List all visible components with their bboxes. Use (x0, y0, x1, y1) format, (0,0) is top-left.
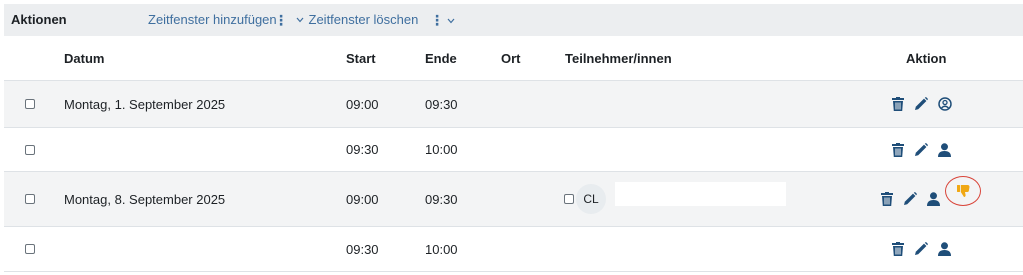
user-icon[interactable] (927, 192, 940, 206)
participant-checkbox[interactable] (564, 194, 574, 204)
delete-timeslot-label: Zeitfenster löschen (308, 12, 419, 27)
table-row: 09:30 10:00 (4, 128, 1023, 172)
table-row: 09:30 10:00 (4, 227, 1023, 272)
thumbs-down-icon[interactable] (956, 185, 970, 197)
highlight-circle (945, 176, 981, 206)
row-start: 09:00 (346, 96, 379, 112)
table-header: Datum Start Ende Ort Teilnehmer/innen Ak… (4, 37, 1023, 81)
header-action: Aktion (906, 51, 947, 66)
user-icon[interactable] (938, 242, 951, 256)
pencil-icon[interactable] (903, 192, 917, 206)
header-end: Ende (425, 51, 457, 66)
row-checkbox[interactable] (25, 99, 35, 109)
header-date: Datum (64, 51, 105, 66)
delete-timeslot-link[interactable]: Zeitfenster löschen (296, 4, 418, 37)
pencil-icon[interactable] (914, 242, 928, 256)
header-start: Start (346, 51, 376, 66)
row-start: 09:30 (346, 142, 379, 157)
row-date: Montag, 8. September 2025 (64, 191, 226, 207)
row-checkbox[interactable] (25, 244, 35, 254)
header-location: Ort (501, 51, 521, 66)
toolbar-title: Aktionen (11, 12, 67, 27)
kebab-icon[interactable]: ⋮ (274, 4, 288, 36)
table-row: Montag, 8. September 2025 09:00 09:30 CL (4, 172, 1023, 227)
row-end: 09:30 (425, 191, 458, 207)
actions-toolbar: Aktionen Zeitfenster hinzufügen ⋮ Zeitfe… (4, 4, 1023, 36)
row-date: Montag, 1. September 2025 (64, 96, 226, 112)
row-end: 09:30 (425, 96, 458, 112)
user-icon[interactable] (938, 142, 951, 157)
avatar: CL (576, 184, 606, 214)
trash-icon[interactable] (892, 97, 904, 111)
row-end: 10:00 (425, 142, 458, 157)
participant-text-field[interactable] (614, 181, 787, 207)
header-participants: Teilnehmer/innen (565, 51, 672, 66)
trash-icon[interactable] (892, 242, 904, 256)
row-end: 10:00 (425, 241, 458, 257)
trash-icon[interactable] (892, 142, 904, 157)
pencil-icon[interactable] (914, 142, 928, 157)
row-start: 09:30 (346, 241, 379, 257)
pencil-icon[interactable] (914, 97, 928, 111)
user-circle-icon[interactable] (938, 97, 952, 111)
row-checkbox[interactable] (25, 194, 35, 204)
row-checkbox[interactable] (25, 144, 35, 155)
table-row: Montag, 1. September 2025 09:00 09:30 (4, 81, 1023, 128)
chevron-down-icon (296, 15, 307, 25)
trash-icon[interactable] (881, 192, 893, 206)
add-timeslot-link[interactable]: Zeitfenster hinzufügen (148, 4, 277, 36)
avatar-initials: CL (583, 192, 599, 206)
kebab-icon[interactable]: ⋮ (430, 4, 444, 36)
chevron-down-icon[interactable] (447, 4, 455, 36)
row-start: 09:00 (346, 191, 379, 207)
